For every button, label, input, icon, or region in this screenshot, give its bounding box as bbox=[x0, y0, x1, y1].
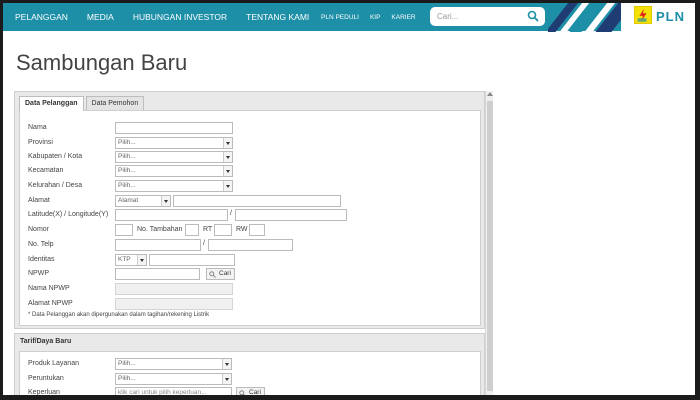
longitude-field[interactable] bbox=[235, 209, 347, 221]
no-tambahan-label: No. Tambahan bbox=[137, 226, 183, 233]
chevron-down-icon bbox=[223, 138, 232, 148]
keperluan-label: Keperluan bbox=[28, 389, 60, 396]
alamat-type-value: Alamat bbox=[118, 197, 139, 204]
nomor-field[interactable] bbox=[115, 224, 133, 236]
kelurahan-label: Kelurahan / Desa bbox=[28, 182, 83, 189]
chevron-down-icon bbox=[137, 255, 146, 265]
tarif-daya-header: Tarif/Daya Baru bbox=[20, 338, 72, 345]
produk-layanan-label: Produk Layanan bbox=[28, 360, 79, 367]
kelurahan-select[interactable]: Pilih... bbox=[115, 180, 233, 192]
produk-layanan-value: Pilih... bbox=[118, 360, 136, 367]
decorative-stripes bbox=[548, 0, 622, 32]
secondary-nav: PLN PEDULI KIP KARIER bbox=[321, 3, 427, 31]
form-tabs: Data Pelanggan Data Pemohon bbox=[19, 96, 146, 111]
nama-npwp-field bbox=[115, 283, 233, 295]
identitas-label: Identitas bbox=[28, 256, 55, 263]
latitude-field[interactable] bbox=[115, 209, 228, 221]
latlong-separator: / bbox=[230, 210, 232, 217]
search-icon[interactable] bbox=[527, 10, 539, 22]
chevron-down-icon bbox=[223, 166, 232, 176]
search-icon bbox=[239, 390, 246, 397]
kecamatan-select[interactable]: Pilih... bbox=[115, 165, 233, 177]
npwp-cari-label: Cari bbox=[219, 270, 231, 277]
nav-item-media[interactable]: MEDIA bbox=[87, 12, 114, 22]
rt-field[interactable] bbox=[214, 224, 232, 236]
npwp-cari-button[interactable]: Cari bbox=[206, 268, 235, 280]
keperluan-placeholder: klik cari untuk pilih keperluan... bbox=[118, 389, 207, 396]
latlong-label: Latitude(X) / Longitude(Y) bbox=[28, 211, 109, 218]
page-title: Sambungan Baru bbox=[16, 50, 188, 75]
nama-npwp-label: Nama NPWP bbox=[28, 285, 70, 292]
nama-field[interactable] bbox=[115, 122, 233, 134]
tarif-daya-form: Produk Layanan Pilih... Peruntukan Pilih… bbox=[19, 351, 481, 400]
alamat-field[interactable] bbox=[173, 195, 341, 207]
scroll-thumb[interactable] bbox=[487, 101, 493, 391]
chevron-down-icon bbox=[222, 374, 231, 384]
notelp-label: No. Telp bbox=[28, 241, 54, 248]
kecamatan-label: Kecamatan bbox=[28, 167, 64, 174]
chevron-down-icon bbox=[223, 181, 232, 191]
alamat-npwp-field bbox=[115, 298, 233, 310]
nomor-label: Nomor bbox=[28, 226, 50, 233]
kabupaten-select-value: Pilih... bbox=[118, 153, 136, 160]
notelp-separator: / bbox=[203, 240, 205, 247]
nama-label: Nama bbox=[28, 124, 47, 131]
rt-label: RT bbox=[203, 226, 213, 233]
alamat-npwp-label: Alamat NPWP bbox=[28, 300, 73, 307]
kecamatan-select-value: Pilih... bbox=[118, 167, 136, 174]
peruntukan-label: Peruntukan bbox=[28, 375, 64, 382]
main-nav: PELANGGAN MEDIA HUBUNGAN INVESTOR TENTAN… bbox=[3, 3, 315, 31]
keperluan-cari-label: Cari bbox=[249, 389, 261, 396]
nav-item-pelanggan[interactable]: PELANGGAN bbox=[15, 12, 68, 22]
kabupaten-select[interactable]: Pilih... bbox=[115, 151, 233, 163]
chevron-down-icon bbox=[223, 152, 232, 162]
search-input[interactable] bbox=[437, 12, 525, 21]
search-icon bbox=[209, 271, 216, 278]
search-box bbox=[430, 7, 545, 26]
peruntukan-select[interactable]: Pilih... bbox=[115, 373, 232, 385]
notelp-field-2[interactable] bbox=[208, 239, 293, 251]
nav-item-kip[interactable]: KIP bbox=[370, 14, 380, 21]
nav-item-tentang-kami[interactable]: TENTANG KAMI bbox=[246, 12, 309, 22]
data-pelanggan-panel: Data Pelanggan Data Pemohon Nama Provins… bbox=[14, 91, 485, 329]
rw-label: RW bbox=[236, 226, 248, 233]
form-scrollbar[interactable] bbox=[485, 91, 493, 400]
identitas-field[interactable] bbox=[149, 254, 235, 266]
identitas-select[interactable]: KTP bbox=[115, 254, 147, 266]
nav-item-pln-peduli[interactable]: PLN PEDULI bbox=[321, 14, 359, 21]
no-tambahan-field[interactable] bbox=[185, 224, 199, 236]
alamat-label: Alamat bbox=[28, 197, 50, 204]
provinsi-select[interactable]: Pilih... bbox=[115, 137, 233, 149]
kabupaten-label: Kabupaten / Kota bbox=[28, 153, 83, 160]
npwp-label: NPWP bbox=[28, 270, 49, 277]
alamat-type-select[interactable]: Alamat bbox=[115, 195, 171, 207]
npwp-field[interactable] bbox=[115, 268, 200, 280]
keperluan-field[interactable]: klik cari untuk pilih keperluan... bbox=[115, 387, 232, 399]
form-note: * Data Pelanggan akan dipergunakan dalam… bbox=[28, 312, 210, 318]
kelurahan-select-value: Pilih... bbox=[118, 182, 136, 189]
pln-logo-text: PLN bbox=[656, 9, 685, 24]
tarif-daya-panel: Tarif/Daya Baru Produk Layanan Pilih... … bbox=[14, 333, 485, 400]
data-pelanggan-form: Nama Provinsi Pilih... Kabupaten / Kota … bbox=[19, 110, 481, 326]
chevron-down-icon bbox=[161, 196, 170, 206]
provinsi-select-value: Pilih... bbox=[118, 139, 136, 146]
provinsi-label: Provinsi bbox=[28, 139, 53, 146]
notelp-field-1[interactable] bbox=[115, 239, 201, 251]
keperluan-cari-button[interactable]: Cari bbox=[236, 387, 265, 399]
chevron-down-icon bbox=[222, 359, 231, 369]
identitas-select-value: KTP bbox=[118, 256, 131, 263]
produk-layanan-select[interactable]: Pilih... bbox=[115, 358, 232, 370]
tab-data-pemohon[interactable]: Data Pemohon bbox=[85, 96, 145, 110]
nav-item-karier[interactable]: KARIER bbox=[391, 14, 415, 21]
pln-logo-icon[interactable] bbox=[634, 6, 652, 24]
rw-field[interactable] bbox=[249, 224, 265, 236]
nav-item-hubungan-investor[interactable]: HUBUNGAN INVESTOR bbox=[133, 12, 227, 22]
scroll-up-icon[interactable] bbox=[487, 92, 493, 96]
tab-data-pelanggan[interactable]: Data Pelanggan bbox=[19, 96, 84, 111]
peruntukan-value: Pilih... bbox=[118, 375, 136, 382]
